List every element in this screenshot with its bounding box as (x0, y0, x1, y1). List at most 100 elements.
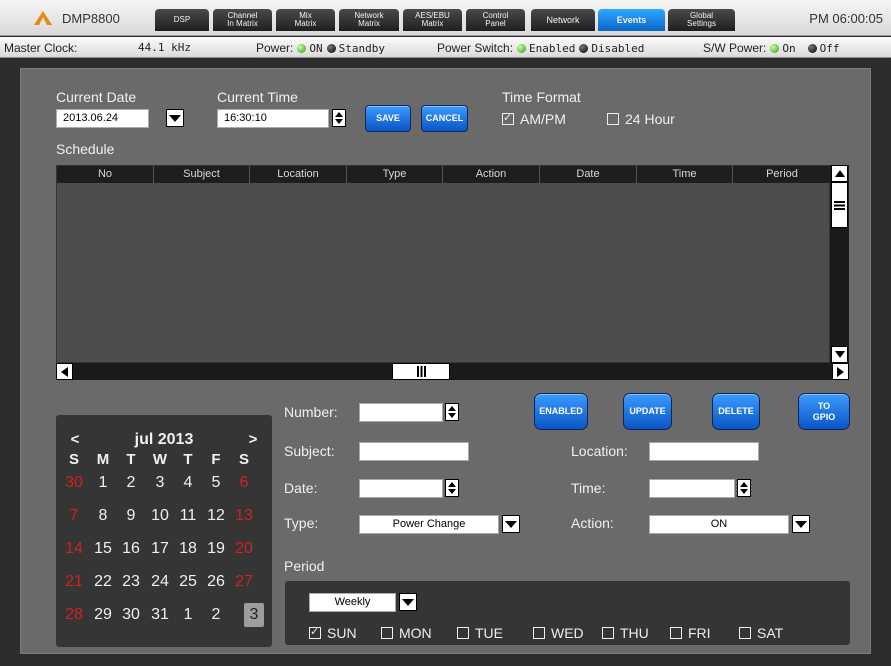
tab-global-settings[interactable]: Global Settings (668, 9, 735, 31)
enabled-button[interactable]: ENABLED (534, 393, 588, 430)
calendar-day[interactable]: 5 (205, 471, 227, 495)
tab-dsp[interactable]: DSP (155, 9, 209, 31)
calendar-day[interactable]: 15 (92, 537, 114, 561)
col-type[interactable]: Type (347, 166, 443, 183)
ampm-option[interactable]: AM/PM (502, 111, 566, 127)
scroll-down-button[interactable] (831, 346, 848, 363)
type-dropdown-button[interactable] (502, 515, 520, 533)
scroll-right-button[interactable] (832, 363, 849, 380)
calendar-day[interactable]: 1 (92, 471, 114, 495)
calendar-day[interactable]: 1 (177, 603, 199, 627)
tab-mix-matrix[interactable]: Mix Matrix (276, 9, 335, 31)
update-button[interactable]: UPDATE (623, 393, 672, 430)
calendar-day[interactable]: 17 (149, 537, 171, 561)
calendar-day[interactable]: 14 (63, 537, 85, 561)
calendar-day[interactable]: 29 (92, 603, 114, 627)
scroll-left-button[interactable] (56, 363, 73, 380)
current-time-field[interactable]: 16:30:10 (217, 109, 329, 128)
date-field[interactable] (359, 479, 443, 498)
day-checkbox[interactable] (457, 627, 469, 639)
col-no[interactable]: No (57, 166, 154, 183)
tab-network-matrix[interactable]: Network Matrix (339, 9, 399, 31)
number-field[interactable] (359, 403, 443, 422)
type-select[interactable]: Power Change (359, 515, 499, 534)
day-option-tue[interactable]: TUE (457, 625, 503, 641)
calendar-day[interactable]: 22 (92, 570, 114, 594)
action-dropdown-button[interactable] (792, 515, 810, 533)
calendar-day[interactable]: 16 (120, 537, 142, 561)
day-option-wed[interactable]: WED (533, 625, 584, 641)
subject-field[interactable] (359, 442, 469, 461)
schedule-table[interactable]: No Subject Location Type Action Date Tim… (56, 165, 831, 363)
day-checkbox[interactable] (602, 627, 614, 639)
save-button[interactable]: SAVE (365, 105, 411, 132)
tab-aes-ebu-matrix[interactable]: AES/EBU Matrix (403, 9, 462, 31)
calendar-day[interactable]: 4 (177, 471, 199, 495)
calendar-day[interactable]: 23 (120, 570, 142, 594)
day-checkbox[interactable] (533, 627, 545, 639)
period-mode-select[interactable]: Weekly (309, 593, 396, 612)
col-period[interactable]: Period (733, 166, 831, 183)
scroll-vertical-thumb[interactable] (831, 182, 848, 228)
col-time[interactable]: Time (637, 166, 733, 183)
schedule-vertical-scrollbar[interactable] (830, 165, 849, 363)
day-checkbox[interactable] (739, 627, 751, 639)
day-option-sun[interactable]: SUN (309, 625, 357, 641)
calendar-day[interactable]: 13 (233, 504, 255, 528)
to-gpio-button[interactable]: TO GPIO (798, 393, 850, 430)
hour24-checkbox[interactable] (607, 113, 619, 125)
current-date-field[interactable]: 2013.06.24 (56, 109, 149, 128)
tab-control-panel[interactable]: Control Panel (466, 9, 525, 31)
scroll-horizontal-thumb[interactable] (392, 363, 450, 380)
current-time-spinner[interactable] (332, 109, 346, 127)
calendar-day[interactable]: 30 (63, 471, 85, 495)
cancel-button[interactable]: CANCEL (421, 105, 468, 132)
hour24-option[interactable]: 24 Hour (607, 111, 675, 127)
calendar-day[interactable]: 3 (149, 471, 171, 495)
period-mode-dropdown-button[interactable] (399, 593, 417, 611)
calendar-day[interactable]: 25 (177, 570, 199, 594)
tab-channel-in-matrix[interactable]: Channel In Matrix (213, 9, 272, 31)
day-option-sat[interactable]: SAT (739, 625, 783, 641)
calendar-day[interactable]: 27 (233, 570, 255, 594)
col-date[interactable]: Date (540, 166, 637, 183)
calendar-day-selected[interactable]: 3 (244, 603, 264, 627)
tab-network[interactable]: Network (531, 9, 595, 31)
calendar-day[interactable]: 12 (205, 504, 227, 528)
action-select[interactable]: ON (649, 515, 789, 534)
day-checkbox[interactable] (309, 625, 321, 639)
calendar-day[interactable]: 10 (149, 504, 171, 528)
calendar-day[interactable]: 24 (149, 570, 171, 594)
tab-events[interactable]: Events (598, 9, 665, 31)
calendar-day[interactable]: 6 (233, 471, 255, 495)
scroll-up-button[interactable] (831, 165, 848, 182)
calendar-day[interactable]: 31 (149, 603, 171, 627)
calendar-day[interactable]: 18 (177, 537, 199, 561)
day-option-thu[interactable]: THU (602, 625, 649, 641)
calendar-day[interactable]: 9 (120, 504, 142, 528)
calendar-day[interactable]: 30 (120, 603, 142, 627)
col-subject[interactable]: Subject (154, 166, 250, 183)
calendar-day[interactable]: 8 (92, 504, 114, 528)
calendar-day[interactable]: 26 (205, 570, 227, 594)
calendar-day[interactable]: 2 (120, 471, 142, 495)
calendar-day[interactable]: 21 (63, 570, 85, 594)
schedule-horizontal-scrollbar[interactable] (56, 363, 849, 380)
calendar-day[interactable]: 7 (63, 504, 85, 528)
location-field[interactable] (649, 442, 759, 461)
calendar-day[interactable]: 2 (205, 603, 227, 627)
time-spinner[interactable] (737, 479, 751, 497)
date-spinner[interactable] (445, 479, 459, 497)
calendar-day[interactable]: 28 (63, 603, 85, 627)
ampm-checkbox[interactable] (502, 111, 514, 125)
current-date-dropdown-button[interactable] (166, 109, 184, 127)
calendar-day[interactable]: 19 (205, 537, 227, 561)
calendar-day[interactable]: 20 (233, 537, 255, 561)
time-field[interactable] (649, 479, 735, 498)
day-checkbox[interactable] (381, 627, 393, 639)
day-checkbox[interactable] (670, 627, 682, 639)
number-spinner[interactable] (445, 403, 459, 421)
delete-button[interactable]: DELETE (712, 393, 760, 430)
day-option-mon[interactable]: MON (381, 625, 432, 641)
day-option-fri[interactable]: FRI (670, 625, 711, 641)
